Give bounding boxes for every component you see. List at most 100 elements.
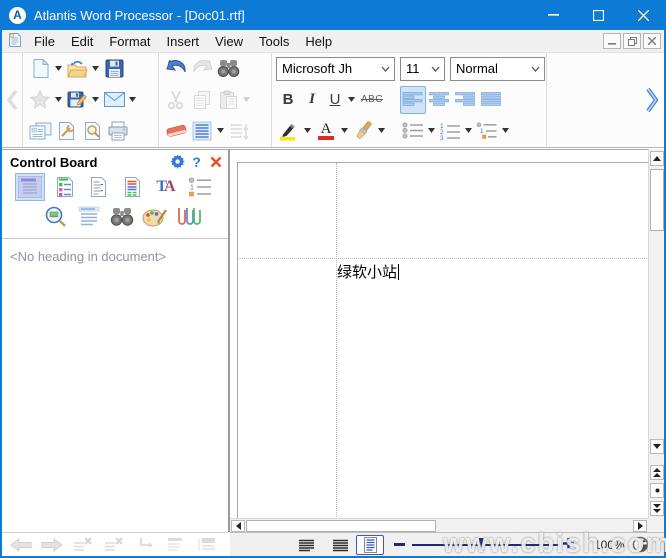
paste-dropdown[interactable] <box>241 86 252 114</box>
doc-restore-button[interactable] <box>623 33 641 49</box>
toolbar-scroll-left-button[interactable] <box>2 53 23 147</box>
find-panel-button[interactable] <box>107 203 137 231</box>
eraser-button[interactable] <box>163 117 189 145</box>
next-page-button[interactable] <box>650 501 664 516</box>
styles-panel-button[interactable] <box>117 173 147 201</box>
sort-button[interactable] <box>226 117 252 145</box>
horizontal-scrollbar[interactable] <box>230 518 648 532</box>
colors-palette-button[interactable] <box>140 203 170 231</box>
bullet-list-dropdown[interactable] <box>426 117 437 145</box>
email-dropdown[interactable] <box>127 86 138 114</box>
menu-insert[interactable]: Insert <box>159 32 208 51</box>
promote-heading-button[interactable] <box>101 535 127 555</box>
zoom-in-button[interactable] <box>562 537 575 555</box>
maximize-button[interactable] <box>576 0 621 30</box>
format-painter-dropdown[interactable] <box>376 117 387 145</box>
align-justify-button[interactable] <box>478 86 504 114</box>
align-center-button[interactable] <box>426 86 452 114</box>
vertical-scrollbar[interactable] <box>648 149 664 518</box>
new-document-dropdown[interactable] <box>53 55 64 83</box>
demote-heading-button[interactable] <box>70 535 96 555</box>
zoom-dialog-button[interactable] <box>632 536 649 558</box>
previous-page-button[interactable] <box>650 465 664 480</box>
fields-panel-button[interactable] <box>83 173 113 201</box>
cut-button[interactable] <box>163 86 189 114</box>
underline-button[interactable]: U <box>324 86 346 114</box>
minimize-button[interactable] <box>531 0 576 30</box>
format-painter-button[interactable] <box>350 117 376 145</box>
document-text[interactable]: 绿软小站 <box>337 261 399 282</box>
scroll-left-button[interactable] <box>231 520 245 532</box>
back-button[interactable] <box>8 535 34 555</box>
font-color-button[interactable]: A <box>313 117 339 145</box>
doc-minimize-button[interactable] <box>603 33 621 49</box>
numbered-list-dropdown[interactable] <box>463 117 474 145</box>
favorites-button[interactable] <box>27 86 53 114</box>
menu-file[interactable]: File <box>26 32 63 51</box>
print-button[interactable] <box>105 117 131 145</box>
web-layout-view-button[interactable] <box>328 535 352 555</box>
menu-edit[interactable]: Edit <box>63 32 101 51</box>
vertical-scroll-thumb[interactable] <box>650 169 664 231</box>
menu-view[interactable]: View <box>207 32 251 51</box>
line-spacing-button[interactable] <box>189 117 215 145</box>
address-labels-button[interactable] <box>27 117 53 145</box>
preview-zoom-button[interactable] <box>41 203 71 231</box>
menu-format[interactable]: Format <box>101 32 158 51</box>
panel-close-icon[interactable] <box>207 154 224 171</box>
new-document-button[interactable] <box>27 55 53 83</box>
print-preview-button[interactable] <box>79 117 105 145</box>
clips-text-button[interactable] <box>74 203 104 231</box>
outline-panel-button[interactable]: 1 <box>185 173 215 201</box>
scroll-down-button[interactable] <box>650 439 664 454</box>
favorites-dropdown[interactable] <box>53 86 64 114</box>
paragraph-style-select[interactable]: Normal <box>450 57 545 81</box>
multilevel-list-button[interactable]: 1 <box>474 117 500 145</box>
paste-button[interactable] <box>215 86 241 114</box>
close-button[interactable] <box>621 0 666 30</box>
headings-panel-button[interactable] <box>15 173 45 201</box>
font-family-select[interactable]: Microsoft Jh <box>276 57 395 81</box>
heading-block-button[interactable] <box>194 535 220 555</box>
bookmarks-panel-button[interactable] <box>49 173 79 201</box>
forward-button[interactable] <box>39 535 65 555</box>
zoom-out-button[interactable] <box>394 543 405 546</box>
multilevel-list-dropdown[interactable] <box>500 117 511 145</box>
align-right-button[interactable] <box>452 86 478 114</box>
scroll-right-button[interactable] <box>633 520 647 532</box>
save-as-button[interactable] <box>64 86 90 114</box>
email-button[interactable] <box>101 86 127 114</box>
doc-close-button[interactable] <box>643 33 661 49</box>
menu-tools[interactable]: Tools <box>251 32 297 51</box>
numbered-list-button[interactable]: 123 <box>437 117 463 145</box>
toolbar-scroll-right-button[interactable] <box>547 53 663 147</box>
draft-view-button[interactable] <box>294 535 318 555</box>
highlight-button[interactable] <box>276 117 302 145</box>
zoom-slider-track[interactable] <box>412 544 560 546</box>
save-button[interactable] <box>101 55 127 83</box>
document-page[interactable]: 绿软小站 <box>237 162 648 518</box>
attachments-paperclips-button[interactable] <box>173 203 203 231</box>
print-layout-view-button[interactable] <box>356 535 384 555</box>
italic-button[interactable]: I <box>300 86 324 114</box>
heading-list-button[interactable] <box>163 535 189 555</box>
highlight-dropdown[interactable] <box>302 117 313 145</box>
font-color-dropdown[interactable] <box>339 117 350 145</box>
help-button[interactable]: ? <box>188 154 205 171</box>
line-spacing-dropdown[interactable] <box>215 117 226 145</box>
fonts-panel-button[interactable]: TA <box>151 173 181 201</box>
strikethrough-button[interactable]: ABC <box>357 86 387 114</box>
redo-button[interactable] <box>189 55 215 83</box>
bullet-list-button[interactable] <box>400 117 426 145</box>
copy-button[interactable] <box>189 86 215 114</box>
underline-dropdown[interactable] <box>346 86 357 114</box>
bold-button[interactable]: B <box>276 86 300 114</box>
document-tools-button[interactable] <box>53 117 79 145</box>
align-left-button[interactable] <box>400 86 426 114</box>
undo-button[interactable] <box>163 55 189 83</box>
find-button[interactable] <box>215 55 241 83</box>
menu-help[interactable]: Help <box>297 32 340 51</box>
font-size-select[interactable]: 11 <box>400 57 445 81</box>
scroll-up-button[interactable] <box>650 151 664 166</box>
open-button[interactable] <box>64 55 90 83</box>
